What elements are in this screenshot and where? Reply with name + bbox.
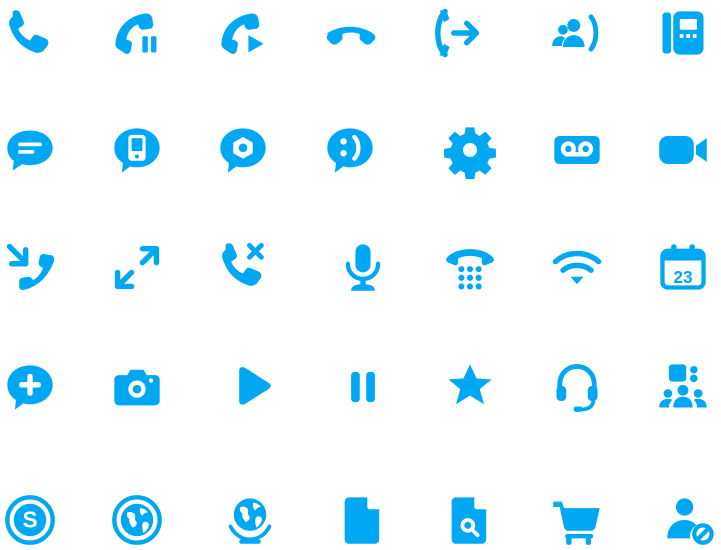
play-icon[interactable]: [220, 357, 280, 417]
expand-arrows-icon[interactable]: [107, 237, 167, 297]
hang-up-icon[interactable]: [320, 3, 380, 63]
microphone-icon[interactable]: [333, 237, 393, 297]
desk-phone-icon[interactable]: [653, 3, 713, 63]
dialpad-phone-icon[interactable]: [440, 237, 500, 297]
call-transfer-icon[interactable]: [427, 3, 487, 63]
location-message-icon[interactable]: [213, 120, 273, 180]
meeting-icon[interactable]: [653, 357, 713, 417]
skype-letter-text: S: [22, 507, 37, 533]
globe-circle-icon[interactable]: [107, 490, 167, 550]
call-resume-icon[interactable]: [213, 3, 273, 63]
wifi-icon[interactable]: [547, 237, 607, 297]
emoticon-message-icon[interactable]: [320, 120, 380, 180]
incoming-call-icon[interactable]: [0, 237, 60, 297]
skype-logo-icon[interactable]: S: [0, 490, 60, 550]
star-icon[interactable]: [440, 357, 500, 417]
mobile-message-icon[interactable]: [107, 120, 167, 180]
video-camera-icon[interactable]: [653, 120, 713, 180]
call-missed-icon[interactable]: [213, 237, 273, 297]
chat-icon[interactable]: [0, 120, 60, 180]
block-contact-icon[interactable]: [660, 490, 720, 550]
document-search-icon[interactable]: [440, 490, 500, 550]
pause-icon[interactable]: [333, 357, 393, 417]
calendar-day-text: 23: [673, 267, 692, 287]
voicemail-icon[interactable]: [547, 120, 607, 180]
phone-icon[interactable]: [0, 3, 60, 63]
add-message-icon[interactable]: [0, 357, 60, 417]
group-call-icon[interactable]: [547, 3, 607, 63]
camera-icon[interactable]: [107, 357, 167, 417]
globe-icon[interactable]: [220, 490, 280, 550]
calendar-icon[interactable]: 23: [653, 237, 713, 297]
call-hold-icon[interactable]: [107, 3, 167, 63]
shopping-cart-icon[interactable]: [547, 490, 607, 550]
document-icon[interactable]: [333, 490, 393, 550]
settings-gear-icon[interactable]: [440, 120, 500, 180]
headset-icon[interactable]: [547, 357, 607, 417]
icon-grid: 23 S: [0, 0, 721, 550]
